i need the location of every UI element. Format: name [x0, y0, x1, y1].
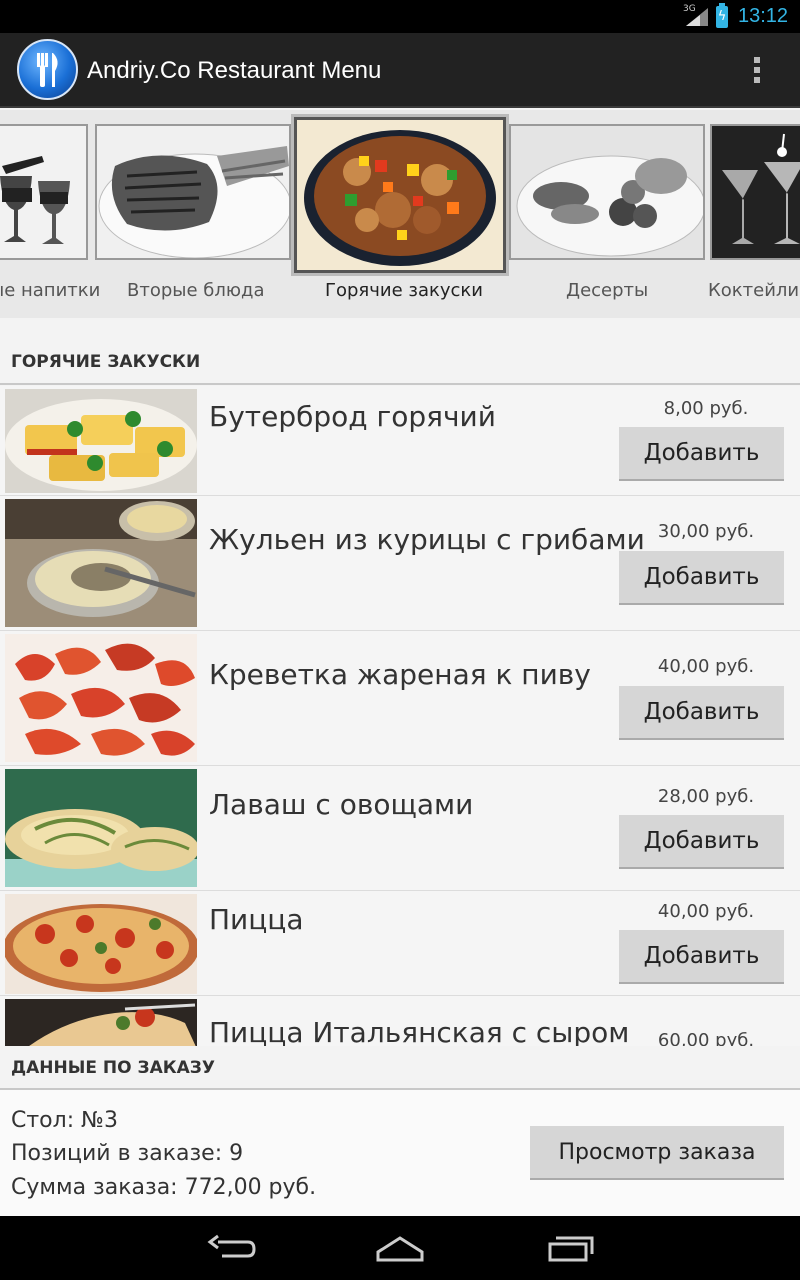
navigation-bar — [0, 1216, 800, 1280]
item-name: Бутерброд горячий — [209, 400, 496, 433]
item-name: Креветка жареная к пиву — [209, 658, 591, 691]
item-name: Лаваш с овощами — [209, 788, 474, 821]
add-button[interactable]: Добавить — [619, 551, 784, 605]
category-hot-appetizers-image — [294, 117, 506, 273]
home-icon[interactable] — [374, 1232, 426, 1264]
item-photo — [5, 999, 197, 1046]
item-price: 60,00 руб. — [657, 1030, 755, 1046]
item-photo — [5, 894, 197, 994]
overflow-menu-icon[interactable] — [752, 57, 762, 87]
list-item[interactable]: Жульен из курицы с грибами 30,00 руб. До… — [0, 496, 800, 631]
item-photo — [5, 499, 197, 627]
battery-icon: ϟ — [716, 3, 728, 28]
add-button[interactable]: Добавить — [619, 930, 784, 984]
item-name: Пицца Итальянская с сыром — [209, 1016, 630, 1046]
status-bar: 3G ϟ 13:12 — [0, 0, 800, 33]
order-table: Стол: №3 — [11, 1108, 118, 1133]
item-price: 40,00 руб. — [657, 901, 755, 922]
item-name: Пицца — [209, 903, 304, 936]
signal-icon — [686, 8, 708, 26]
item-price: 8,00 руб. — [663, 398, 749, 419]
item-price: 40,00 руб. — [657, 656, 755, 677]
list-item[interactable]: Пицца Итальянская с сыром 60,00 руб. — [0, 996, 800, 1046]
category-gallery[interactable]: ые напитки Вторые блюда Горячие закуски … — [0, 110, 800, 318]
list-item[interactable]: Бутерброд горячий 8,00 руб. Добавить — [0, 386, 800, 496]
order-panel: Стол: №3 Позиций в заказе: 9 Сумма заказ… — [0, 1090, 800, 1216]
add-button[interactable]: Добавить — [619, 686, 784, 740]
category-drinks-image — [0, 124, 88, 260]
list-item[interactable]: Лаваш с овощами 28,00 руб. Добавить — [0, 766, 800, 891]
menu-list[interactable]: Бутерброд горячий 8,00 руб. Добавить Жул… — [0, 386, 800, 1046]
item-photo — [5, 769, 197, 887]
add-button[interactable]: Добавить — [619, 427, 784, 481]
category-label: Десерты — [566, 280, 649, 301]
category-drinks[interactable]: ые напитки — [0, 110, 100, 318]
item-price: 30,00 руб. — [657, 521, 755, 542]
add-button[interactable]: Добавить — [619, 815, 784, 869]
view-order-button[interactable]: Просмотр заказа — [530, 1126, 784, 1180]
category-cocktails-image — [710, 124, 800, 260]
category-desserts[interactable]: Десерты — [509, 110, 705, 318]
list-item[interactable]: Пицца 40,00 руб. Добавить — [0, 891, 800, 996]
app-title: Andriy.Co Restaurant Menu — [87, 57, 382, 84]
recent-apps-icon[interactable] — [546, 1232, 598, 1264]
item-photo — [5, 634, 197, 762]
category-label: Горячие закуски — [325, 280, 483, 301]
list-item[interactable]: Креветка жареная к пиву 40,00 руб. Добав… — [0, 631, 800, 766]
category-cocktails[interactable]: Коктейли — [708, 110, 800, 318]
category-hot-appetizers[interactable]: Горячие закуски — [294, 110, 506, 318]
section-title: ГОРЯЧИЕ ЗАКУСКИ — [0, 352, 800, 385]
order-sum: Сумма заказа: 772,00 руб. — [11, 1175, 317, 1200]
category-main-dishes[interactable]: Вторые блюда — [95, 110, 291, 318]
item-photo — [5, 389, 197, 493]
clock: 13:12 — [738, 5, 789, 27]
back-icon[interactable] — [204, 1232, 256, 1264]
app-logo-icon[interactable] — [17, 39, 78, 100]
category-main-dishes-image — [95, 124, 291, 260]
order-section-title: ДАННЫЕ ПО ЗАКАЗУ — [0, 1058, 800, 1090]
category-label: Коктейли — [708, 280, 800, 301]
category-label: ые напитки — [0, 280, 101, 301]
action-bar: Andriy.Co Restaurant Menu — [0, 33, 800, 108]
category-label: Вторые блюда — [127, 280, 265, 301]
item-price: 28,00 руб. — [657, 786, 755, 807]
category-desserts-image — [509, 124, 705, 260]
order-positions: Позиций в заказе: 9 — [11, 1141, 244, 1166]
item-name: Жульен из курицы с грибами — [209, 523, 645, 556]
